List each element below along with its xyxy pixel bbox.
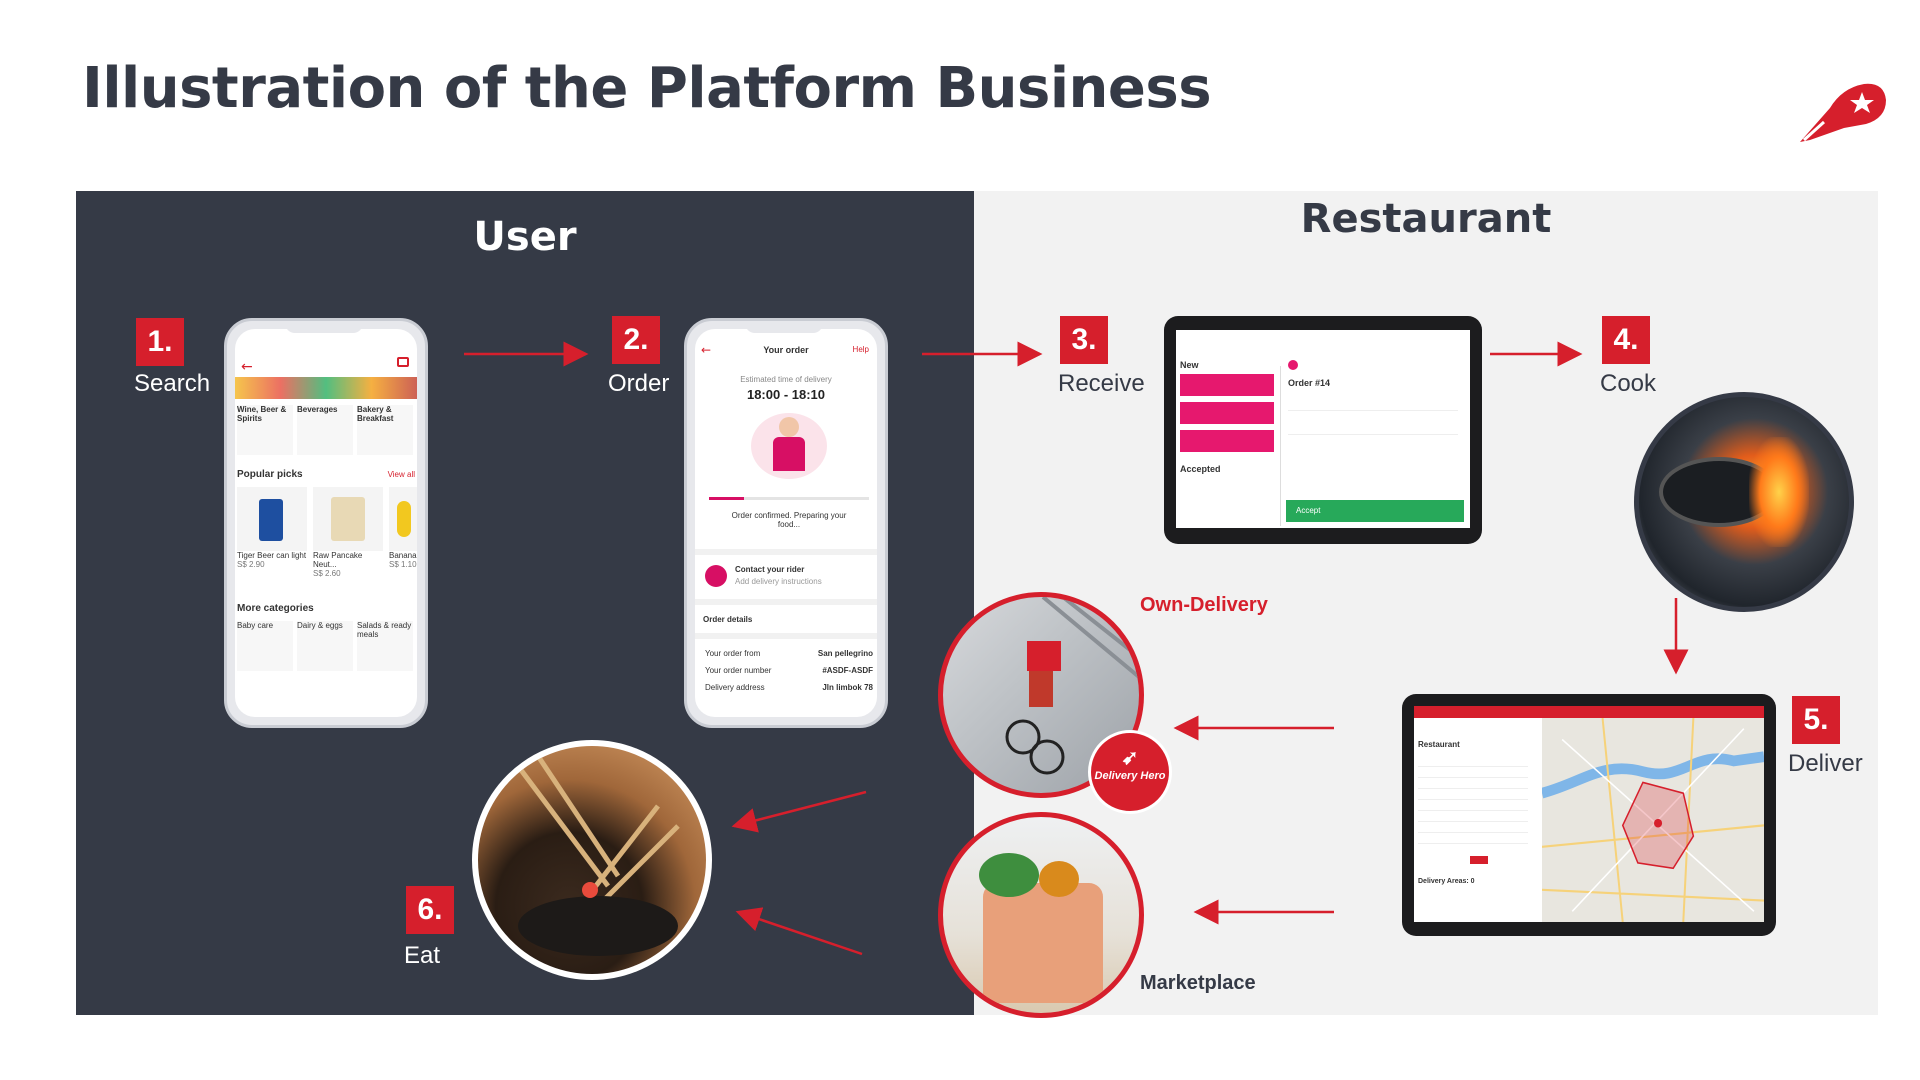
banana-icon [397, 501, 411, 537]
category-tile[interactable]: Baby care [237, 621, 293, 671]
step-4-badge: 4. [1602, 316, 1650, 364]
order-screen: ← Your order Help Estimated time of deli… [695, 329, 877, 717]
vegetables-icon [979, 853, 1039, 897]
more-categories-title: More categories [237, 603, 314, 614]
progress-bar [709, 497, 869, 500]
delivery-areas-title: Delivery Areas: 0 [1418, 878, 1475, 885]
fruit-icon [1039, 861, 1079, 897]
own-delivery-label: Own-Delivery [1140, 594, 1268, 616]
deliver-tablet: Restaurant Delivery Areas: 0 [1402, 694, 1776, 936]
detail-row: Delivery address Jln limbok 78 [705, 683, 873, 692]
order-phone: ← Your order Help Estimated time of deli… [684, 318, 888, 728]
step-5-badge: 5. [1792, 696, 1840, 744]
progress-fill [709, 497, 745, 500]
phone-notch [745, 321, 823, 333]
restaurant-icon [1288, 360, 1298, 370]
save-chip[interactable] [1470, 856, 1488, 864]
user-panel-title: User [473, 214, 577, 260]
cooking-photo [1634, 392, 1854, 612]
restaurant-panel-title: Restaurant [1300, 196, 1552, 242]
chopsticks-icon [516, 754, 680, 956]
detail-row: Your order number #ASDF-ASDF [705, 666, 873, 675]
eta-value: 18:00 - 18:10 [746, 387, 826, 402]
step-6-label: Eat [404, 942, 441, 969]
category-tile[interactable]: Dairy & eggs [297, 621, 353, 671]
category-banner-image [235, 377, 417, 399]
deliver-screen: Restaurant Delivery Areas: 0 [1414, 706, 1764, 922]
restaurant-section-title: Restaurant [1418, 740, 1460, 749]
view-all-link[interactable]: View all [388, 470, 415, 479]
order-details-title: Order details [703, 615, 753, 624]
delivery-hero-logo-icon [1800, 83, 1886, 142]
delivery-hero-icon: ➹ [1121, 747, 1139, 769]
order-title: Order #14 [1288, 378, 1331, 388]
chat-icon [705, 565, 727, 587]
search-phone: ← Wine, Beer & Spirits Beverages Bakery … [224, 318, 428, 728]
more-categories-row: Baby care Dairy & eggs Salads & ready me… [237, 621, 413, 671]
pancake-box-icon [331, 497, 365, 541]
order-details-list: Your order from San pellegrino Your order… [705, 649, 873, 692]
product-image [313, 487, 383, 551]
receive-tablet: New Accepted Order #14 Accept [1164, 316, 1482, 544]
delivery-hero-badge: ➹ Delivery Hero [1088, 730, 1172, 814]
search-screen: ← Wine, Beer & Spirits Beverages Bakery … [235, 329, 417, 717]
category-tile[interactable]: Wine, Beer & Spirits [237, 405, 293, 455]
slide-title: Illustration of the Platform Business [82, 56, 1212, 121]
step-2-badge: 2. [612, 316, 660, 364]
eta-label: Estimated time of delivery [740, 375, 832, 384]
groceries-photo [938, 812, 1144, 1018]
new-order-card[interactable] [1180, 430, 1274, 452]
new-order-card[interactable] [1180, 402, 1274, 424]
category-tile[interactable]: Bakery & Breakfast [357, 405, 413, 455]
help-link[interactable]: Help [853, 345, 869, 354]
flame-icon [1749, 437, 1809, 547]
step-5-label: Deliver [1788, 750, 1863, 777]
delivery-map[interactable] [1540, 717, 1764, 922]
step-4-label: Cook [1600, 370, 1657, 397]
admin-top-bar [1414, 706, 1764, 718]
eating-photo [472, 740, 712, 980]
detail-row: Your order from San pellegrino [705, 649, 873, 658]
marketplace-label: Marketplace [1140, 972, 1256, 994]
beer-can-icon [259, 499, 283, 541]
order-status: Order confirmed. Preparing your food... [731, 511, 847, 529]
contact-rider-sub: Add delivery instructions [735, 577, 822, 586]
step-1-badge: 1. [136, 318, 184, 366]
product-card[interactable]: Banana S$ 1.10 [389, 487, 417, 578]
step-3-label: Receive [1058, 370, 1145, 397]
new-orders-title: New [1180, 360, 1199, 370]
step-1-label: Search [134, 370, 211, 397]
order-header: Your order [763, 345, 809, 355]
product-row: Tiger Beer can light S$ 2.90 Raw Pancake… [237, 487, 417, 578]
restaurant-form [1418, 756, 1528, 846]
delivery-hero-badge-label: Delivery Hero [1094, 770, 1166, 782]
phone-notch [285, 321, 363, 333]
product-card[interactable]: Raw Pancake Neut... S$ 2.60 [313, 487, 383, 578]
step-2-label: Order [608, 370, 670, 397]
map-graphic [1540, 717, 1764, 922]
category-row: Wine, Beer & Spirits Beverages Bakery & … [237, 405, 417, 455]
back-arrow-icon: ← [241, 359, 253, 375]
popular-picks-title: Popular picks [237, 469, 303, 480]
product-card[interactable]: Tiger Beer can light S$ 2.90 [237, 487, 307, 578]
step-6-badge: 6. [406, 886, 454, 934]
category-tile[interactable]: Beverages [297, 405, 353, 455]
basket-icon [397, 357, 409, 367]
receive-screen: New Accepted Order #14 Accept [1176, 330, 1470, 528]
product-image [389, 487, 417, 551]
contact-rider[interactable]: Contact your rider [735, 565, 804, 574]
new-order-card[interactable] [1180, 374, 1274, 396]
product-image [237, 487, 307, 551]
grocery-bag-icon [983, 883, 1103, 1003]
accepted-orders-title: Accepted [1180, 464, 1221, 474]
step-3-badge: 3. [1060, 316, 1108, 364]
accept-button[interactable]: Accept [1286, 500, 1464, 522]
chef-illustration [751, 413, 827, 479]
category-tile[interactable]: Salads & ready meals [357, 621, 413, 671]
